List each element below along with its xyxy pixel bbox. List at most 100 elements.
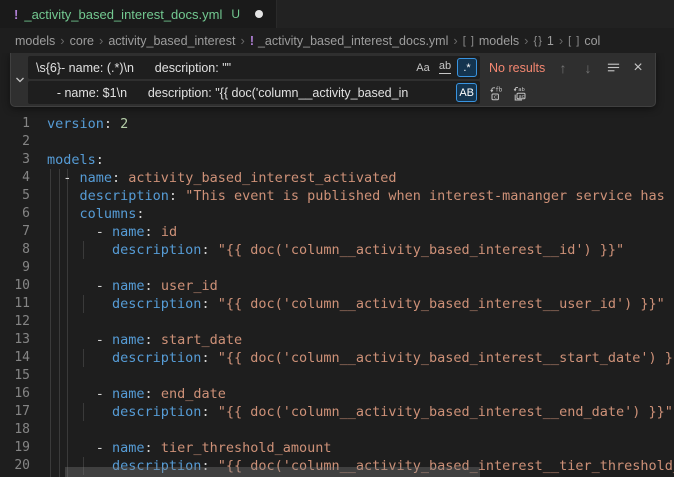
code-text: description: "This event is published wh… (47, 187, 674, 205)
replace-button[interactable]: fb c (486, 82, 508, 104)
breadcrumb-item-core[interactable]: core (70, 34, 94, 48)
line-number[interactable]: 19 (0, 439, 30, 457)
code-text: - name: tier_threshold_amount (47, 439, 332, 457)
code-line[interactable]: 11 description: "{{ doc('column__activit… (0, 295, 674, 313)
breadcrumb-label: activity_based_interest (108, 34, 235, 48)
svg-text:c: c (494, 94, 497, 100)
tab-filename: _activity_based_interest_docs.yml (24, 7, 222, 22)
code-line[interactable]: 14 description: "{{ doc('column__activit… (0, 349, 674, 367)
code-text: description: "{{ doc('column__activity_b… (47, 349, 674, 367)
replace-all-button[interactable]: ab ac (508, 82, 530, 104)
code-text: - name: end_date (47, 385, 226, 403)
code-line[interactable]: 8 description: "{{ doc('column__activity… (0, 241, 674, 259)
code-line[interactable]: 9 (0, 259, 674, 277)
editor-tab[interactable]: ! _activity_based_interest_docs.yml U (0, 0, 277, 28)
code-line[interactable]: 15 (0, 367, 674, 385)
find-in-selection-button[interactable] (602, 57, 624, 79)
code-line[interactable]: 2 (0, 133, 674, 151)
code-text: - name: id (47, 223, 177, 241)
symbol-object-icon: {} (534, 35, 543, 47)
line-number[interactable]: 7 (0, 223, 30, 241)
code-text: - name: user_id (47, 277, 218, 295)
code-text: columns: (47, 205, 145, 223)
code-line[interactable]: 4 - name: activity_based_interest_activa… (0, 169, 674, 187)
tab-bar: ! _activity_based_interest_docs.yml U (0, 0, 674, 28)
whole-word-toggle[interactable]: ab (435, 58, 455, 77)
replace-all-icon: ab ac (511, 85, 527, 101)
code-line[interactable]: 5 description: "This event is published … (0, 187, 674, 205)
chevron-right-icon: › (559, 33, 563, 48)
svg-text:ab: ab (518, 86, 525, 92)
line-number[interactable]: 1 (0, 115, 30, 133)
breadcrumb-item-symbol-1[interactable]: {} 1 (534, 34, 554, 48)
replace-value-text: - name: $1\n description: "{{ doc('colum… (36, 86, 454, 100)
line-number[interactable]: 16 (0, 385, 30, 403)
find-input[interactable]: \s{6}- name: (.*)\n description: "" Aa a… (28, 56, 480, 79)
code-line[interactable]: 7 - name: id (0, 223, 674, 241)
next-match-button[interactable]: ↓ (577, 57, 599, 79)
symbol-array-icon: [ ] (568, 35, 580, 47)
breadcrumb-label: models (479, 34, 519, 48)
whole-word-icon: ab (439, 61, 451, 74)
line-number[interactable]: 17 (0, 403, 30, 421)
code-line[interactable]: 16 - name: end_date (0, 385, 674, 403)
line-number[interactable]: 20 (0, 457, 30, 475)
code-text: - name: activity_based_interest_activate… (47, 169, 397, 187)
code-text: description: "{{ doc('column__activity_b… (47, 403, 673, 421)
line-number[interactable]: 14 (0, 349, 30, 367)
code-text: description: "{{ doc('column__activity_b… (47, 295, 665, 313)
editor-area[interactable]: \s{6}- name: (.*)\n description: "" Aa a… (0, 53, 674, 477)
find-query-text: \s{6}- name: (.*)\n description: "" (36, 61, 411, 75)
line-number[interactable]: 9 (0, 259, 30, 277)
horizontal-scrollbar[interactable] (65, 467, 480, 477)
line-number[interactable]: 12 (0, 313, 30, 331)
svg-text:ac: ac (519, 93, 525, 99)
code-text: models: (47, 151, 104, 169)
breadcrumb: models › core › activity_based_interest … (0, 28, 674, 53)
breadcrumb-label: 1 (547, 34, 554, 48)
code-line[interactable]: 19 - name: tier_threshold_amount (0, 439, 674, 457)
symbol-array-icon: [ ] (463, 35, 475, 47)
breadcrumb-item-activity-based-interest[interactable]: activity_based_interest (108, 34, 235, 48)
breadcrumb-item-symbol-models[interactable]: [ ] models (463, 34, 519, 48)
replace-input[interactable]: - name: $1\n description: "{{ doc('colum… (28, 81, 480, 104)
git-status-badge: U (231, 7, 240, 21)
line-number[interactable]: 18 (0, 421, 30, 439)
toggle-replace-button[interactable] (11, 53, 28, 106)
previous-match-button[interactable]: ↑ (552, 57, 574, 79)
line-number[interactable]: 10 (0, 277, 30, 295)
preserve-case-toggle[interactable]: AB (456, 83, 477, 102)
line-number[interactable]: 13 (0, 331, 30, 349)
code-line[interactable]: 13 - name: start_date (0, 331, 674, 349)
line-number[interactable]: 4 (0, 169, 30, 187)
code-line[interactable]: 6 columns: (0, 205, 674, 223)
match-case-toggle[interactable]: Aa (413, 58, 433, 77)
line-number[interactable]: 8 (0, 241, 30, 259)
find-status: No results (489, 61, 545, 75)
breadcrumb-item-models[interactable]: models (15, 34, 55, 48)
line-number[interactable]: 11 (0, 295, 30, 313)
code-line[interactable]: 18 (0, 421, 674, 439)
line-number[interactable]: 6 (0, 205, 30, 223)
code-text: description: "{{ doc('column__activity_b… (47, 241, 624, 259)
code-line[interactable]: 3 models: (0, 151, 674, 169)
code-line[interactable]: 12 (0, 313, 674, 331)
yaml-file-icon: ! (250, 34, 254, 48)
breadcrumb-label: core (70, 34, 94, 48)
line-number[interactable]: 2 (0, 133, 30, 151)
line-number[interactable]: 15 (0, 367, 30, 385)
code-line[interactable]: 1version: 2 (0, 115, 674, 133)
modified-dot-icon[interactable] (255, 10, 263, 18)
breadcrumb-item-symbol-columns[interactable]: [ ] col (568, 34, 600, 48)
code-line[interactable]: 10 - name: user_id (0, 277, 674, 295)
code-line[interactable]: 17 description: "{{ doc('column__activit… (0, 403, 674, 421)
line-number[interactable]: 3 (0, 151, 30, 169)
chevron-right-icon: › (524, 33, 528, 48)
breadcrumb-label: col (584, 34, 600, 48)
breadcrumb-item-file[interactable]: ! _activity_based_interest_docs.yml (250, 34, 449, 48)
breadcrumb-label: _activity_based_interest_docs.yml (258, 34, 448, 48)
regex-toggle[interactable]: .* (457, 58, 477, 77)
chevron-right-icon: › (240, 33, 244, 48)
line-number[interactable]: 5 (0, 187, 30, 205)
close-find-widget-button[interactable]: × (627, 57, 649, 79)
